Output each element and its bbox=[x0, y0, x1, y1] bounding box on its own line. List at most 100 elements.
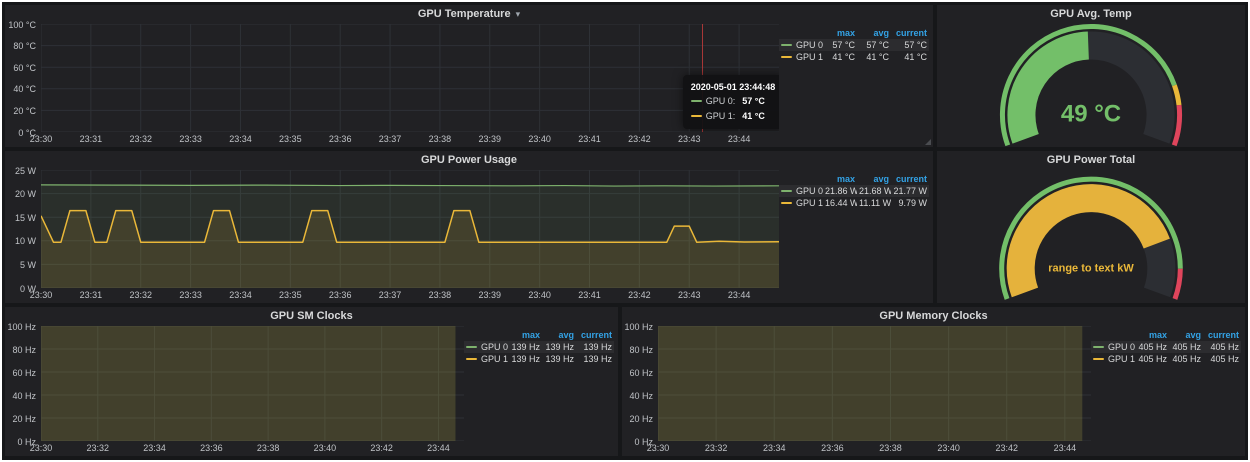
y-axis-label: 5 W bbox=[20, 260, 36, 270]
series-dash-icon bbox=[466, 358, 477, 360]
legend-stat-value: 139 Hz bbox=[576, 341, 614, 353]
legend-series-name[interactable]: GPU 0 bbox=[1091, 341, 1135, 353]
legend-series-name[interactable]: GPU 1 bbox=[464, 353, 508, 365]
legend-stat-header[interactable]: avg bbox=[542, 329, 576, 341]
memory-clocks-chart[interactable]: 0 Hz20 Hz40 Hz60 Hz80 Hz100 Hz23:3023:32… bbox=[626, 326, 1091, 454]
chart-svg bbox=[41, 24, 779, 132]
memory-clocks-legend: maxavgcurrentGPU 0405 Hz405 Hz405 HzGPU … bbox=[1091, 326, 1241, 454]
legend-stat-value: 41 °C bbox=[857, 51, 891, 63]
legend-stat-value: 16.44 W bbox=[823, 197, 857, 209]
panel-title[interactable]: GPU Memory Clocks bbox=[879, 310, 987, 322]
legend-stat-value: 57 °C bbox=[857, 39, 891, 51]
panel-title[interactable]: GPU Avg. Temp bbox=[1050, 8, 1132, 20]
legend-stat-value: 405 Hz bbox=[1135, 353, 1169, 365]
x-axis-label: 23:36 bbox=[329, 134, 352, 144]
legend-table: maxavgcurrentGPU 0139 Hz139 Hz139 HzGPU … bbox=[464, 329, 614, 365]
power-usage-chart[interactable]: 0 W5 W10 W15 W20 W25 W23:3023:3123:3223:… bbox=[9, 170, 779, 301]
gauge-svg: 49 °C bbox=[937, 24, 1245, 147]
panel-header-gpu-sm-clocks[interactable]: GPU SM Clocks bbox=[5, 307, 618, 326]
legend-stat-value: 41 °C bbox=[823, 51, 857, 63]
y-axis-label: 20 Hz bbox=[12, 414, 36, 424]
legend-stat-value: 21.77 W bbox=[891, 185, 929, 197]
legend-stat-header[interactable]: max bbox=[823, 173, 857, 185]
panel-title[interactable]: GPU SM Clocks bbox=[270, 310, 353, 322]
x-axis-label: 23:38 bbox=[429, 134, 452, 144]
panel-title[interactable]: GPU Power Total bbox=[1047, 154, 1135, 166]
panel-header-gpu-temperature[interactable]: GPU Temperature▾ bbox=[5, 5, 933, 24]
legend-stat-header[interactable]: current bbox=[1203, 329, 1241, 341]
gauge-value-text: 49 °C bbox=[1061, 100, 1121, 127]
x-axis-label: 23:40 bbox=[528, 134, 551, 144]
panel-header-gpu-avg-temp[interactable]: GPU Avg. Temp bbox=[937, 5, 1245, 24]
legend-stat-value: 139 Hz bbox=[542, 353, 576, 365]
x-axis-label: 23:43 bbox=[678, 134, 701, 144]
x-axis-label: 23:42 bbox=[628, 134, 651, 144]
panel-header-gpu-power-usage[interactable]: GPU Power Usage bbox=[5, 151, 933, 170]
panel-header-gpu-memory-clocks[interactable]: GPU Memory Clocks bbox=[622, 307, 1245, 326]
legend-stat-header[interactable]: max bbox=[1135, 329, 1169, 341]
x-axis-label: 23:32 bbox=[87, 443, 110, 453]
legend-stat-header[interactable]: max bbox=[508, 329, 542, 341]
series-dash-icon bbox=[781, 44, 792, 46]
legend-series-name[interactable]: GPU 1 bbox=[1091, 353, 1135, 365]
panel-resize-handle[interactable] bbox=[925, 139, 931, 145]
series-dash-icon bbox=[781, 202, 792, 204]
legend-series-name[interactable]: GPU 0 bbox=[779, 39, 823, 51]
x-axis-label: 23:30 bbox=[30, 443, 53, 453]
y-axis-label: 15 W bbox=[15, 213, 36, 223]
legend-stat-header[interactable]: current bbox=[576, 329, 614, 341]
legend-table: maxavgcurrentGPU 057 °C57 °C57 °CGPU 141… bbox=[779, 27, 929, 63]
series-fill-gpu-1 bbox=[41, 326, 455, 441]
gauge-threshold-band bbox=[1174, 105, 1179, 145]
chart-svg bbox=[41, 326, 464, 441]
tooltip-series-label: GPU 0: bbox=[706, 96, 736, 106]
legend-series-name[interactable]: GPU 0 bbox=[779, 185, 823, 197]
x-axis-label: 23:34 bbox=[229, 290, 252, 300]
legend-stat-header[interactable]: avg bbox=[1169, 329, 1203, 341]
panel-gpu-power-total: GPU Power Total range to text kW bbox=[937, 151, 1245, 303]
panel-header-gpu-power-total[interactable]: GPU Power Total bbox=[937, 151, 1245, 170]
legend-stat-value: 405 Hz bbox=[1169, 353, 1203, 365]
power-total-gauge: range to text kW bbox=[937, 170, 1245, 303]
legend-row: GPU 0405 Hz405 Hz405 Hz bbox=[1091, 341, 1241, 353]
x-axis-label: 23:33 bbox=[179, 290, 202, 300]
panel-body: 0 W5 W10 W15 W20 W25 W23:3023:3123:3223:… bbox=[9, 170, 929, 301]
chart-svg bbox=[41, 170, 779, 288]
legend-stat-header[interactable]: avg bbox=[857, 27, 891, 39]
temperature-chart[interactable]: 0 °C20 °C40 °C60 °C80 °C100 °C2020-05-01… bbox=[9, 24, 779, 145]
legend-stat-value: 57 °C bbox=[891, 39, 929, 51]
x-axis-label: 23:34 bbox=[229, 134, 252, 144]
y-axis-label: 20 °C bbox=[13, 106, 36, 116]
x-axis-label: 23:40 bbox=[937, 443, 960, 453]
x-axis: 23:3023:3223:3423:3623:3823:4023:4223:44 bbox=[658, 441, 1091, 454]
legend-row: GPU 141 °C41 °C41 °C bbox=[779, 51, 929, 63]
plot-area: 2020-05-01 23:44:48GPU 0:57 °CGPU 1:41 °… bbox=[41, 24, 779, 132]
legend-series-name[interactable]: GPU 1 bbox=[779, 51, 823, 63]
legend-stat-value: 405 Hz bbox=[1135, 341, 1169, 353]
y-axis-label: 100 Hz bbox=[624, 322, 653, 332]
legend-series-name[interactable]: GPU 1 bbox=[779, 197, 823, 209]
panel-title[interactable]: GPU Power Usage bbox=[421, 154, 517, 166]
legend-stat-value: 21.86 W bbox=[823, 185, 857, 197]
tooltip-series-label: GPU 1: bbox=[706, 111, 736, 121]
x-axis-label: 23:44 bbox=[728, 134, 751, 144]
legend-stat-header[interactable]: max bbox=[823, 27, 857, 39]
sm-clocks-chart[interactable]: 0 Hz20 Hz40 Hz60 Hz80 Hz100 Hz23:3023:32… bbox=[9, 326, 464, 454]
legend-header-blank bbox=[779, 173, 823, 185]
chart-tooltip: 2020-05-01 23:44:48GPU 0:57 °CGPU 1:41 °… bbox=[683, 75, 779, 129]
panel-gpu-power-usage: GPU Power Usage 0 W5 W10 W15 W20 W25 W23… bbox=[5, 151, 933, 303]
legend-stat-header[interactable]: current bbox=[891, 27, 929, 39]
x-axis-label: 23:44 bbox=[427, 443, 450, 453]
legend-stat-value: 21.68 W bbox=[857, 185, 891, 197]
y-axis-label: 60 °C bbox=[13, 63, 36, 73]
plot-area bbox=[41, 326, 464, 441]
x-axis: 23:3023:3223:3423:3623:3823:4023:4223:44 bbox=[41, 441, 464, 454]
legend-series-name[interactable]: GPU 0 bbox=[464, 341, 508, 353]
x-axis-label: 23:30 bbox=[647, 443, 670, 453]
y-axis-label: 40 °C bbox=[13, 84, 36, 94]
legend-stat-header[interactable]: current bbox=[891, 173, 929, 185]
y-axis-label: 40 Hz bbox=[12, 391, 36, 401]
legend-stat-value: 405 Hz bbox=[1169, 341, 1203, 353]
panel-title[interactable]: GPU Temperature bbox=[418, 8, 511, 20]
legend-stat-header[interactable]: avg bbox=[857, 173, 891, 185]
